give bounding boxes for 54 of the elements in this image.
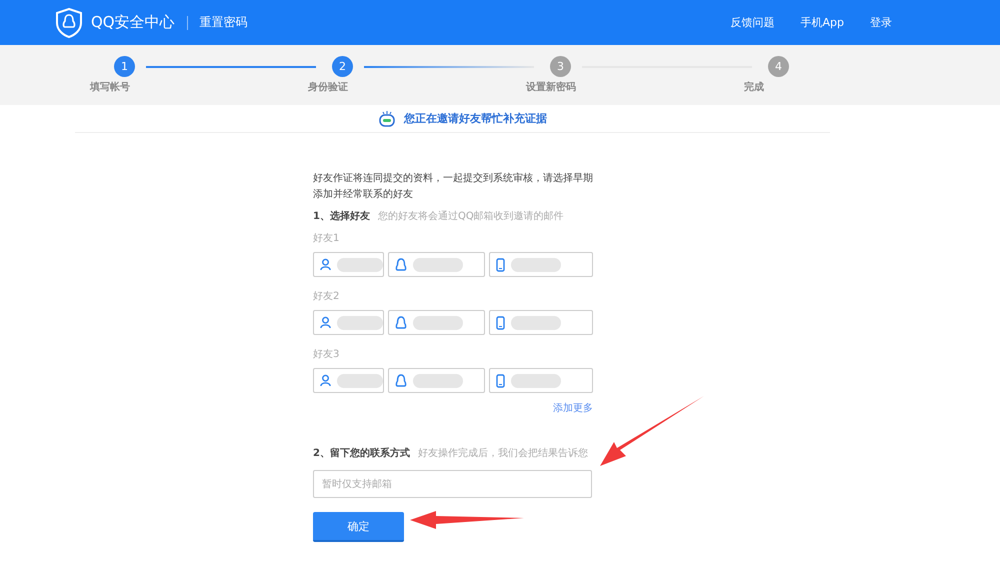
nav-link[interactable]: 登录 [870, 15, 892, 30]
penguin-icon [395, 316, 407, 330]
blur-mark [337, 258, 383, 272]
step-number: 3 [550, 56, 571, 77]
step-label: 身份验证 [308, 80, 348, 94]
section-title: 2、留下您的联系方式 [313, 446, 410, 460]
blur-mark [413, 374, 463, 388]
step-label: 完成 [744, 80, 764, 94]
blur-mark [511, 374, 561, 388]
email-input-field[interactable]: 暂时仅支持邮箱 [313, 470, 592, 498]
section-hint: 好友操作完成后，我们会把结果告诉您 [418, 446, 588, 460]
step-label: 设置新密码 [526, 80, 576, 94]
nav-link[interactable]: 反馈问题 [730, 15, 774, 30]
friend-label: 好友3 [313, 348, 340, 361]
friend-input-field[interactable] [313, 252, 384, 277]
blur-mark [511, 316, 561, 330]
friend-input-field[interactable] [489, 252, 593, 277]
nav-link[interactable]: 手机App [800, 15, 844, 30]
friend-input-field[interactable] [489, 310, 593, 335]
person-icon [320, 316, 332, 329]
step-number: 2 [332, 56, 353, 77]
friend-label: 好友2 [313, 290, 340, 303]
penguin-icon [395, 258, 407, 272]
logo-text: QQ安全中心 [91, 13, 175, 32]
phone-icon [496, 258, 505, 272]
friend-input-field[interactable] [313, 310, 384, 335]
blur-mark [413, 258, 463, 272]
step-number: 1 [114, 56, 135, 77]
phone-icon [496, 316, 505, 330]
phone-icon [496, 374, 505, 388]
intro-text: 好友作证将连同提交的资料，一起提交到系统审核，请选择早期添加并经常联系的好友 [313, 172, 593, 202]
friend-input-field[interactable] [313, 368, 384, 393]
friend-input-field[interactable] [489, 368, 593, 393]
notice-text: 您正在邀请好友帮忙补充证据 [404, 111, 547, 126]
shield-logo-icon [55, 8, 83, 38]
step-number: 4 [768, 56, 789, 77]
penguin-icon [395, 374, 407, 388]
person-icon [320, 374, 332, 387]
blur-mark [337, 316, 383, 330]
friend-input-field[interactable] [388, 252, 485, 277]
robot-icon [378, 110, 396, 128]
section-hint: 您的好友将会通过QQ邮箱收到邀请的邮件 [378, 210, 564, 223]
blur-mark [511, 258, 561, 272]
friend-label: 好友1 [313, 232, 340, 245]
step-label: 填写帐号 [90, 80, 130, 94]
friend-input-field[interactable] [388, 368, 485, 393]
friend-input-field[interactable] [388, 310, 485, 335]
section-title: 1、选择好友 [313, 210, 370, 223]
person-icon [320, 258, 332, 271]
blur-mark [337, 374, 383, 388]
blur-mark [413, 316, 463, 330]
page-title: 重置密码 [200, 14, 248, 31]
submit-button[interactable]: 确定 [313, 512, 404, 542]
add-more-link[interactable]: 添加更多 [553, 403, 593, 414]
